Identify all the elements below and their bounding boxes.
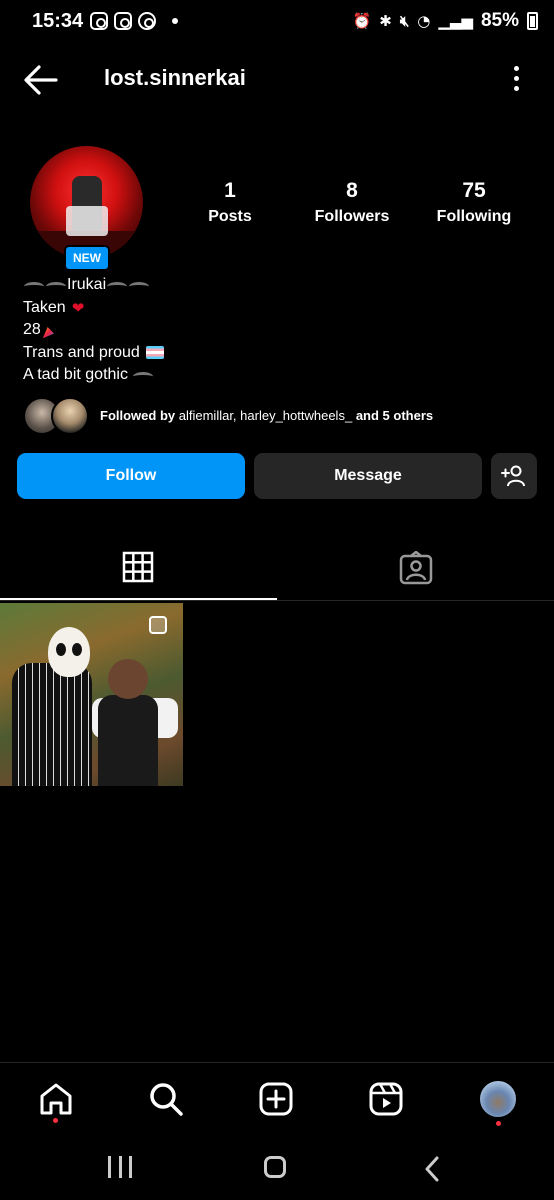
nav-home[interactable] [36,1079,76,1119]
stat-followers[interactable]: 8 Followers [297,178,407,230]
bio-line: 28 [23,319,164,342]
more-vertical-icon[interactable] [512,66,520,94]
tab-posts-grid[interactable] [0,540,277,600]
bio-text: A tad bit gothic [23,366,128,383]
party-popper-emoji-icon [42,327,54,339]
system-navigation [0,1142,554,1200]
nav-reels[interactable] [366,1079,406,1119]
bottom-navigation [0,1062,554,1142]
bio-text: Trans and proud [23,343,140,361]
arrow-left-icon[interactable] [22,62,60,98]
profile-username: lost.sinnerkai [104,65,246,90]
suggest-accounts-button[interactable] [491,453,537,499]
bio-text: 28 [23,321,41,338]
signal-icon: ▁▃▅ [438,12,473,30]
profile-header: lost.sinnerkai [0,52,554,108]
bat-emoji-icon [132,371,153,379]
home-notification-dot [53,1118,58,1123]
add-person-icon [501,465,525,487]
stat-following[interactable]: 75 Following [419,178,529,230]
back-button[interactable] [424,1156,440,1182]
instagram-notification-icon [114,12,132,30]
message-button[interactable]: Message [254,453,482,499]
trans-flag-emoji-icon [145,346,164,360]
bat-emoji-icon [24,281,44,289]
plus-square-icon [259,1082,293,1116]
bat-emoji-icon [107,281,128,289]
stat-posts[interactable]: 1 Posts [175,178,285,230]
bio-name-line: Irukai [23,274,164,297]
post-thumbnail[interactable] [0,603,183,786]
following-label: Following [436,208,512,225]
profile-avatar[interactable] [30,146,143,259]
home-button[interactable] [264,1156,286,1178]
nav-profile-avatar[interactable] [478,1079,518,1119]
search-icon [150,1083,183,1116]
profile-bio: Irukai Taken ❤ 28 Trans and proud A tad … [23,274,164,387]
nav-create[interactable] [256,1079,296,1119]
profile-notification-dot [496,1121,501,1126]
alarm-icon: ⏰ [352,12,372,30]
followed-by-names: alfiemillar, harley_hottwheels_ [178,408,353,423]
grid-icon [122,551,154,583]
tagged-person-icon [399,551,433,585]
nav-search[interactable] [146,1079,186,1119]
followed-by-text: Followed by alfiemillar, harley_hottwhee… [100,408,433,423]
whatsapp-notification-icon [138,12,156,30]
status-time: 15:34 [32,10,84,32]
bat-emoji-icon [46,281,66,289]
display-name: Irukai [67,276,107,293]
notification-icons [90,12,178,30]
more-notifications-icon [172,18,178,24]
followed-by[interactable]: Followed by alfiemillar, harley_hottwhee… [23,397,543,437]
bat-emoji-icon [129,281,150,289]
instagram-notification-icon [90,12,108,30]
posts-label: Posts [208,208,252,225]
battery-icon [527,12,538,30]
battery-percent: 85% [480,10,519,31]
bio-text: Taken [23,298,66,316]
home-icon [40,1083,72,1115]
bio-line: Taken ❤ [23,297,164,320]
follow-button[interactable]: Follow [17,453,245,499]
mute-icon: 🔇︎ [399,12,410,30]
system-status: ⏰ ✱ 🔇︎ ◔ ▁▃▅ 85% [353,10,538,32]
followed-by-suffix: and 5 others [355,408,434,423]
carousel-icon [149,616,167,634]
recent-apps-button[interactable] [108,1156,132,1178]
bio-line: A tad bit gothic [23,364,164,387]
heart-emoji-icon: ❤ [71,298,85,317]
followers-count: 8 [346,179,358,202]
new-badge: NEW [64,245,110,271]
bluetooth-icon: ✱ [379,12,392,30]
status-bar: 15:34 ⏰ ✱ 🔇︎ ◔ ▁▃▅ 85% [0,0,554,46]
profile-tabs [0,540,554,601]
following-count: 75 [462,179,486,202]
followers-label: Followers [314,208,390,225]
bio-line: Trans and proud [23,342,164,365]
reels-icon [369,1082,403,1116]
mutual-follower-avatar [51,397,89,435]
wifi-icon: ◔ [417,12,431,30]
followed-by-prefix: Followed by [100,408,176,423]
posts-count: 1 [224,179,236,202]
tab-tagged[interactable] [277,540,554,600]
